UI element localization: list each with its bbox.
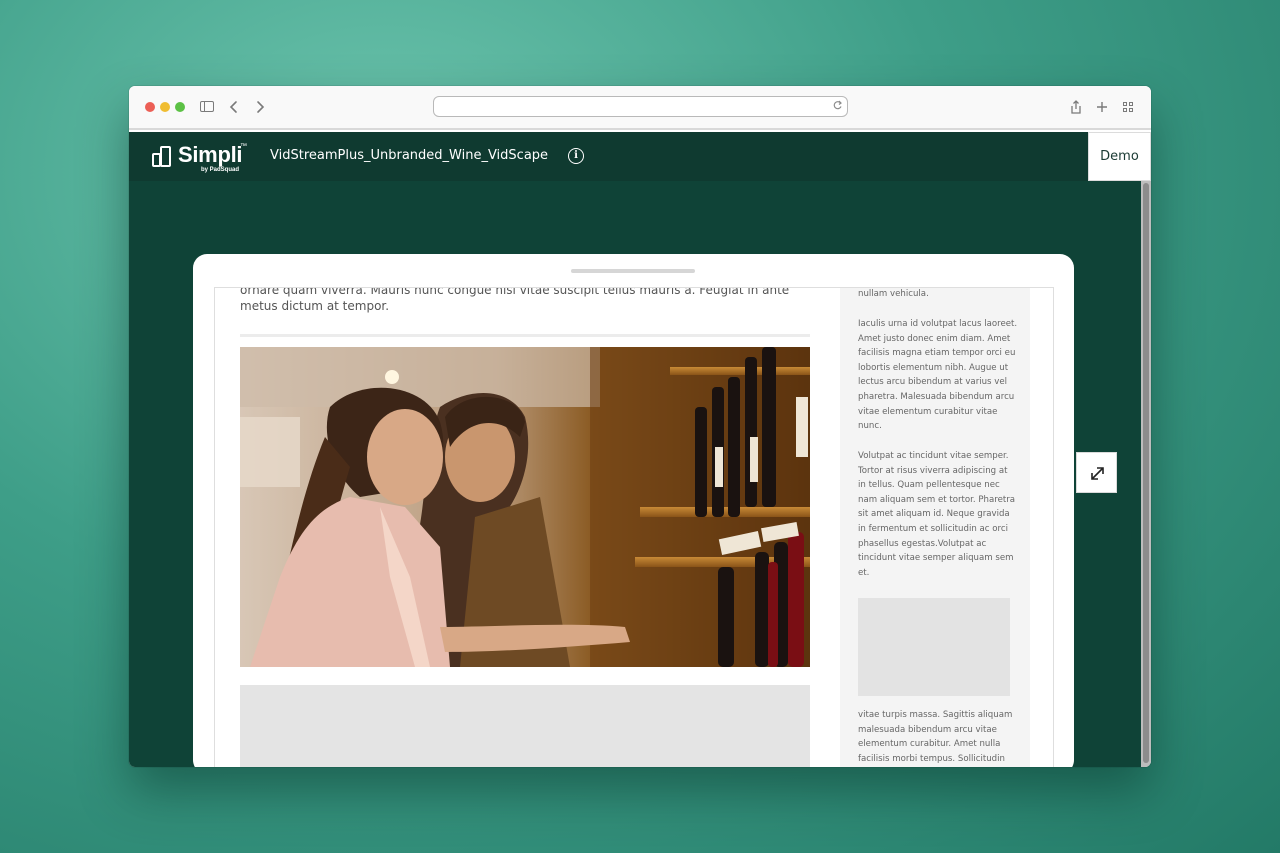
forward-icon[interactable]: [253, 98, 267, 116]
reload-icon[interactable]: [832, 98, 843, 115]
wine-shop-video-frame: [240, 347, 810, 667]
logo-trademark: ™: [240, 143, 247, 150]
article-divider: [240, 334, 810, 337]
share-icon[interactable]: [1069, 98, 1083, 116]
expand-icon: [1091, 467, 1104, 480]
article-body: ornare quam viverra. Mauris nunc congue …: [240, 287, 810, 314]
ad-placeholder-block: [240, 685, 810, 767]
device-screen[interactable]: ornare quam viverra. Mauris nunc congue …: [214, 287, 1054, 767]
minimize-window-button[interactable]: [160, 102, 170, 112]
info-icon[interactable]: i: [568, 148, 584, 164]
article-sidebar: nullam vehicula. Iaculis urna id volutpa…: [840, 288, 1030, 767]
scrollbar-thumb[interactable]: [1143, 183, 1149, 763]
simpli-logo-icon: [151, 145, 173, 169]
sidebar-ad-placeholder: [858, 598, 1010, 696]
url-input[interactable]: [442, 99, 822, 114]
close-window-button[interactable]: [145, 102, 155, 112]
demo-button[interactable]: Demo: [1088, 132, 1151, 181]
fullscreen-button[interactable]: [1076, 452, 1117, 493]
browser-toolbar: [129, 86, 1151, 130]
article-paragraph: ornare quam viverra. Mauris nunc congue …: [240, 287, 790, 313]
browser-window: Simpli ™ by PadSquad VidStreamPlus_Unbra…: [129, 86, 1151, 767]
preview-stage: ornare quam viverra. Mauris nunc congue …: [129, 181, 1141, 767]
app-header: Simpli ™ by PadSquad VidStreamPlus_Unbra…: [129, 132, 1151, 181]
new-tab-icon[interactable]: [1095, 98, 1109, 116]
sidebar-paragraph: nullam vehicula.: [858, 289, 929, 299]
logo-byline: by PadSquad: [201, 167, 240, 173]
device-notch: [571, 269, 695, 273]
back-icon[interactable]: [227, 98, 241, 116]
page-scrollbar[interactable]: [1141, 181, 1151, 767]
tab-overview-icon[interactable]: [1121, 98, 1135, 116]
sidebar-paragraph: Volutpat ac tincidunt vitae semper. Tort…: [858, 451, 1016, 578]
device-frame: ornare quam viverra. Mauris nunc congue …: [193, 254, 1074, 767]
video-ad-player[interactable]: [240, 347, 810, 667]
ad-title: VidStreamPlus_Unbranded_Wine_VidScape: [270, 148, 549, 163]
sidebar-icon[interactable]: [199, 98, 215, 116]
address-bar[interactable]: [433, 96, 848, 117]
simpli-logo: Simpli ™ by PadSquad: [151, 142, 251, 173]
maximize-window-button[interactable]: [175, 102, 185, 112]
sidebar-paragraph: Iaculis urna id volutpat lacus laoreet. …: [858, 319, 1018, 432]
logo-text: Simpli: [178, 142, 243, 167]
sidebar-paragraph: vitae turpis massa. Sagittis aliquam mal…: [858, 710, 1013, 764]
